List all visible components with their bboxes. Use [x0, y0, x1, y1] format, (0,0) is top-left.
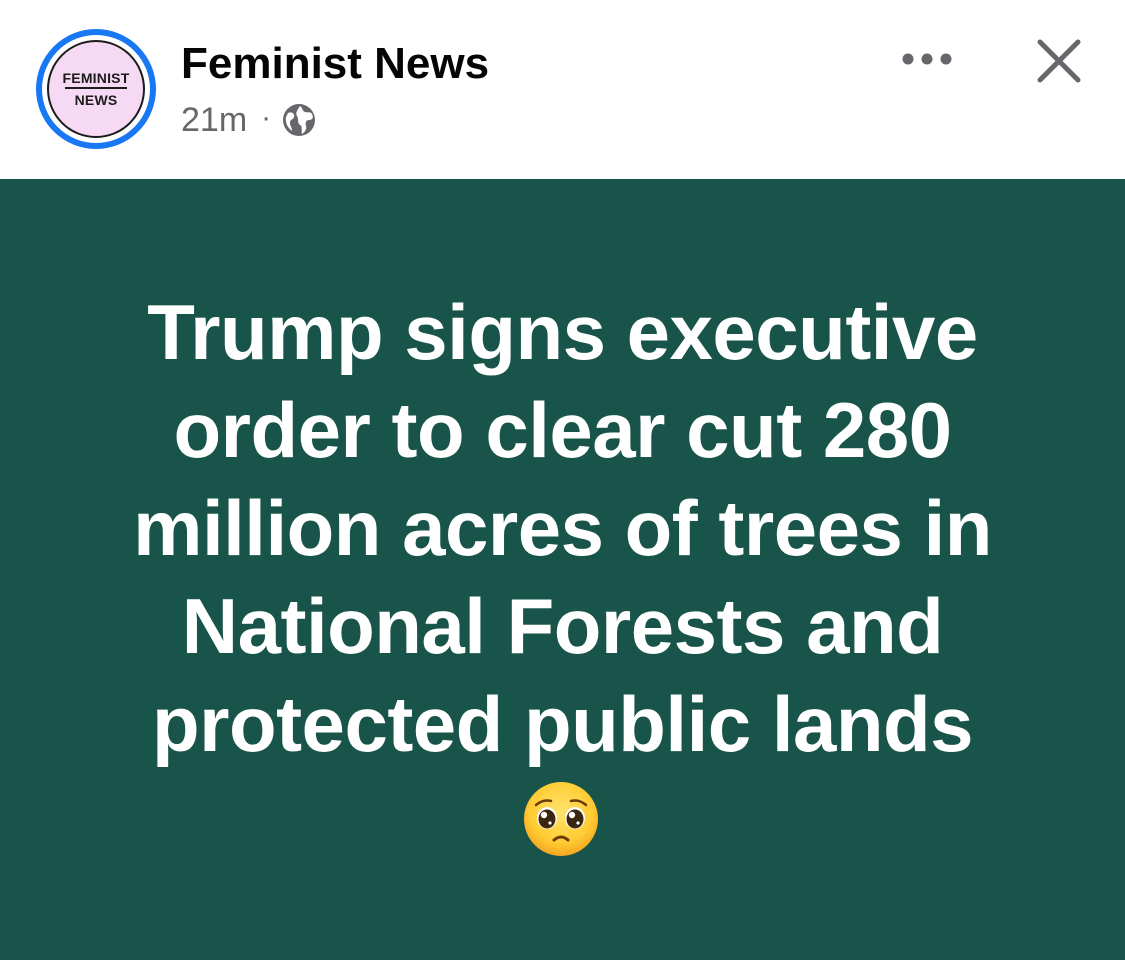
- facebook-post-screen: FEMINIST NEWS Feminist News 21m · Trump …: [0, 0, 1125, 960]
- more-options-button[interactable]: [892, 34, 962, 84]
- post-meta: 21m ·: [181, 100, 317, 140]
- page-avatar[interactable]: FEMINIST NEWS: [36, 29, 156, 149]
- logo-text-news: NEWS: [74, 92, 118, 108]
- feminist-news-logo: FEMINIST NEWS: [47, 40, 145, 138]
- globe-icon[interactable]: [281, 102, 317, 138]
- close-icon: [1037, 39, 1081, 83]
- close-button[interactable]: [1026, 28, 1092, 94]
- meta-separator: ·: [261, 101, 272, 134]
- more-horizontal-icon: [902, 53, 952, 65]
- page-name-link[interactable]: Feminist News: [181, 39, 489, 88]
- post-timestamp[interactable]: 21m: [181, 103, 247, 137]
- logo-text-feminist: FEMINIST: [62, 70, 130, 86]
- pleading-face-emoji: [524, 782, 598, 856]
- logo-divider: [65, 87, 127, 89]
- post-text: Trump signs executive order to clear cut…: [133, 288, 992, 768]
- text-post-card: Trump signs executive order to clear cut…: [0, 179, 1125, 960]
- post-header: FEMINIST NEWS Feminist News 21m ·: [0, 0, 1125, 179]
